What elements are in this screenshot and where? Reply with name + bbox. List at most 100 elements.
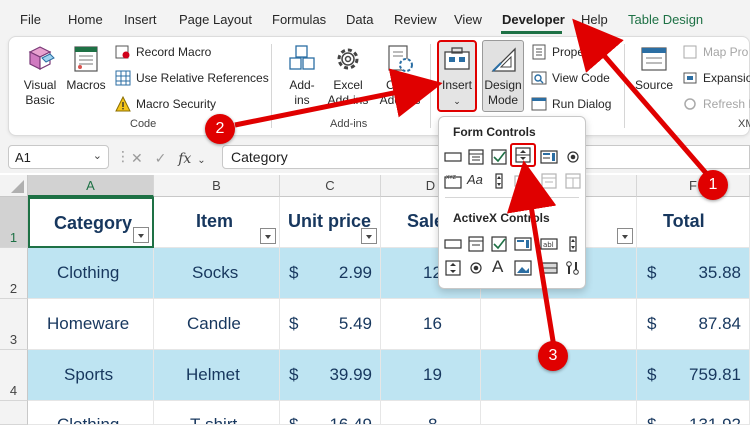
activex-text-box-icon[interactable]: abl <box>540 236 558 252</box>
table-cell-blank[interactable] <box>481 401 637 425</box>
table-cell-total[interactable]: $ 35.88 <box>637 248 750 299</box>
menu-data[interactable]: Data <box>346 12 373 27</box>
row-header-3[interactable]: 3 <box>0 299 28 350</box>
activex-toggle-button-icon[interactable] <box>540 260 558 276</box>
scroll-bar-control-icon[interactable] <box>490 173 508 189</box>
table-cell-category[interactable]: Clothing <box>28 248 154 299</box>
table-cell-sales[interactable]: 19 <box>381 350 481 401</box>
relative-references-icon <box>115 70 131 86</box>
excel-addins-label-1: Excel <box>333 78 363 92</box>
xml-source-button[interactable]: Source <box>634 44 674 93</box>
activex-more-controls-icon[interactable] <box>564 260 582 276</box>
table-cell-item[interactable]: Helmet <box>154 350 280 401</box>
run-dialog-button[interactable]: Run Dialog <box>531 96 611 112</box>
cancel-icon[interactable]: ✕ <box>131 150 143 166</box>
table-cell-price[interactable]: $ 5.49 <box>280 299 381 350</box>
option-button-control-icon[interactable] <box>564 149 582 165</box>
header-category: Category <box>54 213 133 233</box>
table-cell-sales[interactable]: 8 <box>381 401 481 425</box>
menu-insert[interactable]: Insert <box>124 12 157 27</box>
row-header-2[interactable]: 2 <box>0 248 28 299</box>
list-box-control-icon[interactable] <box>540 149 558 165</box>
group-box-control-icon[interactable]: XYZ <box>444 173 462 189</box>
column-header-b[interactable]: B <box>154 175 280 197</box>
table-cell-category[interactable]: Clothing <box>28 401 154 425</box>
relative-references-button[interactable]: Use Relative References <box>115 70 269 86</box>
properties-button[interactable]: Properties <box>531 44 607 60</box>
activex-option-button-icon[interactable] <box>467 260 485 276</box>
table-cell-item[interactable]: Candle <box>154 299 280 350</box>
table-cell-total[interactable]: $ 87.84 <box>637 299 750 350</box>
row-header-4[interactable]: 4 <box>0 350 28 401</box>
refresh-data-button[interactable]: Refresh D <box>682 96 750 112</box>
button-control-icon[interactable] <box>444 149 462 165</box>
activex-button-icon[interactable] <box>444 236 462 252</box>
menu-review[interactable]: Review <box>394 12 437 27</box>
design-mode-button[interactable]: Design Mode <box>482 40 524 112</box>
combo-dropdown-edit-control-icon[interactable] <box>564 173 582 189</box>
expansion-packs-button[interactable]: Expansion <box>682 70 750 86</box>
addins-button[interactable]: Add- ins <box>284 44 320 108</box>
table-cell-price[interactable]: $ 2.99 <box>280 248 381 299</box>
fx-icon[interactable]: fx <box>178 151 191 167</box>
activex-spin-button-icon[interactable] <box>444 260 462 276</box>
activex-combo-box-icon[interactable] <box>467 236 485 252</box>
table-cell-item[interactable]: Socks <box>154 248 280 299</box>
label-control-icon[interactable]: Aa <box>467 172 483 187</box>
record-macro-icon <box>115 45 130 59</box>
visual-basic-button[interactable]: Visual Basic <box>20 44 60 108</box>
select-all-corner[interactable] <box>0 175 28 197</box>
menu-table-design[interactable]: Table Design <box>628 12 703 27</box>
table-cell-category[interactable]: Homeware <box>28 299 154 350</box>
com-addins-button[interactable]: COM Add-ins <box>378 44 422 108</box>
row-header-1[interactable]: 1 <box>0 197 28 248</box>
menu-help[interactable]: Help <box>581 12 608 27</box>
combo-box-control-icon[interactable] <box>467 149 485 165</box>
column-header-f[interactable]: F <box>637 175 750 197</box>
cell-a1[interactable]: Category <box>28 197 154 248</box>
map-properties-label: Map Pro <box>703 45 749 59</box>
activex-scroll-bar-icon[interactable] <box>564 236 582 252</box>
column-header-a[interactable]: A <box>28 175 154 197</box>
filter-dropdown-icon[interactable] <box>260 228 276 244</box>
view-code-button[interactable]: View Code <box>531 70 610 86</box>
name-box[interactable]: A1 ⌄ <box>8 145 109 169</box>
spin-button-control-icon[interactable] <box>514 147 532 163</box>
macros-button[interactable]: Macros <box>66 44 106 93</box>
table-cell-category[interactable]: Sports <box>28 350 154 401</box>
menu-file[interactable]: File <box>20 12 41 27</box>
filter-dropdown-icon[interactable] <box>133 227 149 243</box>
macro-security-button[interactable]: Macro Security <box>115 96 216 112</box>
map-properties-button[interactable]: Map Pro <box>682 44 748 60</box>
cell-f1[interactable]: Total <box>637 197 750 248</box>
menu-developer[interactable]: Developer <box>502 12 565 27</box>
activex-image-icon[interactable] <box>514 260 532 276</box>
excel-addins-button[interactable]: Excel Add-ins <box>326 44 370 108</box>
menu-home[interactable]: Home <box>68 12 103 27</box>
table-cell-item[interactable]: T-shirt <box>154 401 280 425</box>
row-header-5[interactable] <box>0 401 28 425</box>
activex-label-icon[interactable]: A <box>492 257 503 277</box>
cell-b1[interactable]: Item <box>154 197 280 248</box>
filter-dropdown-icon[interactable] <box>361 228 377 244</box>
filter-dropdown-icon[interactable] <box>617 228 633 244</box>
table-cell-total[interactable]: $ 131.92 <box>637 401 750 425</box>
menu-view[interactable]: View <box>454 12 482 27</box>
activex-checkbox-icon[interactable] <box>490 236 508 252</box>
checkbox-control-icon[interactable] <box>490 149 508 165</box>
table-cell-sales[interactable]: 16 <box>381 299 481 350</box>
ribbon-separator <box>624 44 625 128</box>
text-field-control-icon[interactable]: abl <box>514 173 532 189</box>
column-header-c[interactable]: C <box>280 175 381 197</box>
cell-c1[interactable]: Unit price <box>280 197 381 248</box>
menu-page-layout[interactable]: Page Layout <box>179 12 252 27</box>
insert-controls-button[interactable]: Insert ⌄ <box>439 44 475 109</box>
table-cell-total[interactable]: $ 759.81 <box>637 350 750 401</box>
table-cell-price[interactable]: $ 16.49 <box>280 401 381 425</box>
combo-list-edit-control-icon[interactable] <box>540 173 558 189</box>
menu-formulas[interactable]: Formulas <box>272 12 326 27</box>
activex-list-box-icon[interactable] <box>514 236 532 252</box>
record-macro-button[interactable]: Record Macro <box>115 44 211 60</box>
confirm-icon[interactable]: ✓ <box>155 150 167 166</box>
table-cell-price[interactable]: $ 39.99 <box>280 350 381 401</box>
